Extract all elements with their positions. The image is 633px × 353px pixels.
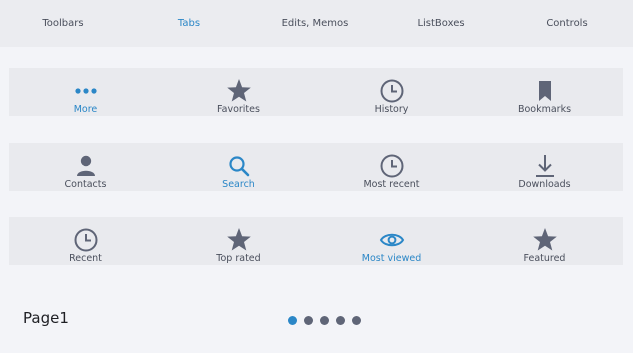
page-label: Page1 xyxy=(23,309,69,327)
tab-bookmarks[interactable]: Bookmarks xyxy=(468,68,621,116)
tab-bar-1: More Favorites History Bookmarks xyxy=(9,68,623,116)
tab-more[interactable]: More xyxy=(9,68,162,116)
clock-icon xyxy=(379,78,405,104)
tab-featured[interactable]: Featured xyxy=(468,217,621,265)
person-icon xyxy=(73,153,99,179)
top-tab-label: Toolbars xyxy=(42,18,84,29)
top-tab-label: Edits, Memos xyxy=(281,18,349,29)
clock-icon xyxy=(379,153,405,179)
download-icon xyxy=(532,153,558,179)
tab-most-viewed[interactable]: Most viewed xyxy=(315,217,468,265)
tab-top-rated[interactable]: Top rated xyxy=(162,217,315,265)
tab-label: Top rated xyxy=(216,253,261,264)
tab-label: Recent xyxy=(69,253,102,264)
top-tab-label: ListBoxes xyxy=(417,18,465,29)
star-icon xyxy=(532,227,558,253)
top-tab-tabs[interactable]: Tabs xyxy=(126,0,252,47)
top-tab-label: Tabs xyxy=(177,18,201,29)
tab-bar-3: Recent Top rated Most viewed Featured xyxy=(9,217,623,265)
tab-downloads[interactable]: Downloads xyxy=(468,143,621,191)
page-dot-3[interactable] xyxy=(320,316,329,325)
page-dot-1[interactable] xyxy=(288,316,297,325)
more-dots-icon xyxy=(73,78,99,104)
tab-label: Most recent xyxy=(363,179,420,190)
tab-label: Featured xyxy=(523,253,566,264)
top-tab-toolbars[interactable]: Toolbars xyxy=(0,0,126,47)
tab-label: Bookmarks xyxy=(517,104,572,115)
tab-history[interactable]: History xyxy=(315,68,468,116)
tab-recent[interactable]: Recent xyxy=(9,217,162,265)
top-tab-controls[interactable]: Controls xyxy=(504,0,630,47)
search-icon xyxy=(226,153,252,179)
page-dot-5[interactable] xyxy=(352,316,361,325)
tab-label: More xyxy=(73,104,98,115)
bookmark-icon xyxy=(532,78,558,104)
top-tab-bar: Toolbars Tabs Edits, Memos ListBoxes Con… xyxy=(0,0,633,47)
page-dot-2[interactable] xyxy=(304,316,313,325)
tab-label: Most viewed xyxy=(361,253,422,264)
star-icon xyxy=(226,78,252,104)
tab-bar-2: Contacts Search Most recent Downloads xyxy=(9,143,623,191)
top-tab-listboxes[interactable]: ListBoxes xyxy=(378,0,504,47)
eye-icon xyxy=(379,227,405,253)
tab-label: Downloads xyxy=(518,179,571,190)
tab-search[interactable]: Search xyxy=(162,143,315,191)
page-indicator xyxy=(288,316,361,326)
tab-label: Favorites xyxy=(217,104,260,115)
tab-label: Search xyxy=(222,179,255,190)
top-tab-label: Controls xyxy=(546,18,588,29)
clock-icon xyxy=(73,227,99,253)
page-dot-4[interactable] xyxy=(336,316,345,325)
tab-label: History xyxy=(374,104,409,115)
star-icon xyxy=(226,227,252,253)
tab-label: Contacts xyxy=(64,179,107,190)
tab-most-recent[interactable]: Most recent xyxy=(315,143,468,191)
top-tab-edits-memos[interactable]: Edits, Memos xyxy=(252,0,378,47)
tab-contacts[interactable]: Contacts xyxy=(9,143,162,191)
tab-favorites[interactable]: Favorites xyxy=(162,68,315,116)
